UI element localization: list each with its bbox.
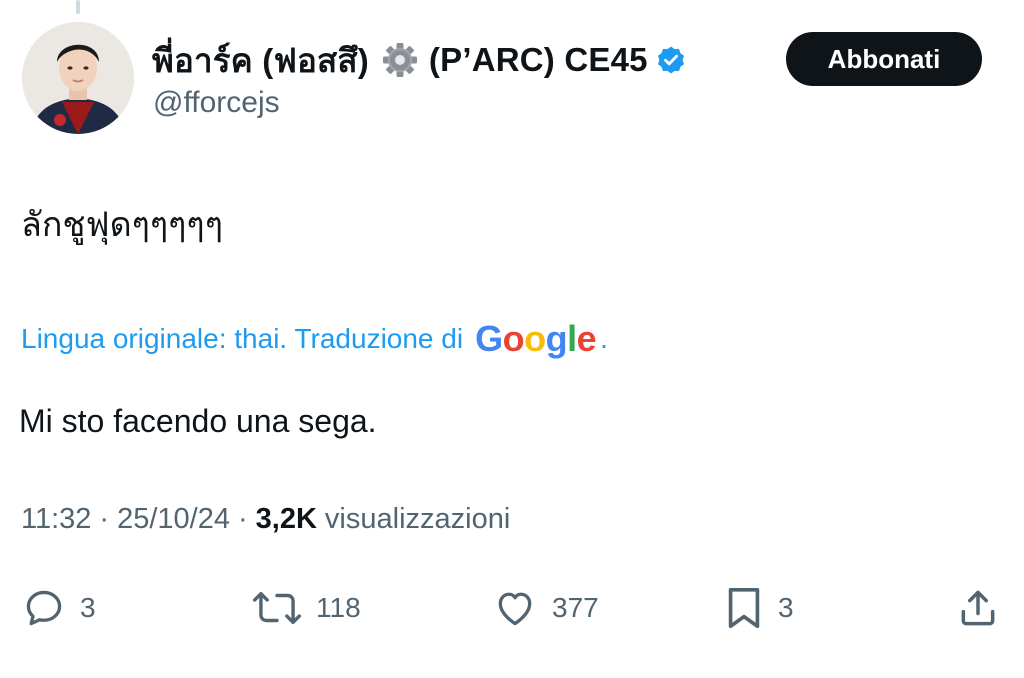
google-logo: Google bbox=[475, 318, 597, 360]
share-button[interactable] bbox=[956, 580, 1000, 636]
repost-button[interactable]: 118 bbox=[252, 580, 361, 636]
author-handle[interactable]: @fforcejs bbox=[153, 86, 280, 120]
tweet-date[interactable]: 25/10/24 bbox=[117, 503, 230, 536]
bookmark-button[interactable]: 3 bbox=[724, 580, 794, 636]
author-display-name[interactable]: พี่อาร์ค (ฟอสสึ) bbox=[152, 34, 369, 87]
translation-prefix: Lingua originale: thai. Traduzione di bbox=[21, 323, 464, 354]
views-count: 3,2K bbox=[255, 503, 317, 535]
avatar-image bbox=[22, 22, 134, 134]
google-logo-letter: e bbox=[576, 318, 597, 359]
thread-connector-line bbox=[76, 0, 80, 14]
reply-count: 3 bbox=[80, 592, 96, 623]
like-button[interactable]: 377 bbox=[492, 580, 599, 636]
follow-button[interactable]: Abbonati bbox=[786, 32, 982, 86]
tweet-meta: 11:32 · 25/10/24 · 3,2K visualizzazioni bbox=[21, 503, 510, 536]
avatar[interactable] bbox=[22, 22, 134, 134]
google-logo-letter: l bbox=[567, 318, 577, 359]
author-name-suffix[interactable]: (P’ARC) CE45 bbox=[429, 41, 648, 79]
author-name-row[interactable]: พี่อาร์ค (ฟอสสึ) (P’ARC) CE45 bbox=[152, 36, 686, 84]
verified-badge-icon[interactable] bbox=[656, 45, 686, 75]
heart-icon bbox=[498, 592, 532, 626]
google-logo-letter: o bbox=[502, 318, 525, 359]
translation-attribution[interactable]: Lingua originale: thai. Traduzione di Go… bbox=[21, 318, 608, 360]
gear-emoji-icon bbox=[381, 41, 419, 79]
google-logo-letter: o bbox=[524, 318, 546, 359]
translated-text: Mi sto facendo una sega. bbox=[19, 403, 377, 439]
tweet-time[interactable]: 11:32 bbox=[21, 503, 91, 536]
meta-separator: · bbox=[237, 503, 248, 535]
repost-count: 118 bbox=[316, 592, 361, 623]
tweet-text: ลักชูฟุดๆๆๆๆๆ bbox=[21, 206, 223, 244]
tweet-action-bar: 3 118 377 3 bbox=[0, 580, 1024, 636]
reply-button[interactable]: 3 bbox=[22, 580, 96, 636]
bookmark-count: 3 bbox=[778, 592, 794, 623]
meta-separator: · bbox=[99, 503, 110, 535]
bookmark-icon bbox=[728, 587, 760, 629]
repost-icon bbox=[252, 592, 302, 624]
translation-suffix: . bbox=[600, 323, 608, 354]
google-logo-letter: g bbox=[545, 318, 568, 359]
google-logo-letter: G bbox=[475, 318, 503, 359]
reply-icon bbox=[26, 590, 62, 626]
like-count: 377 bbox=[552, 592, 599, 623]
share-icon bbox=[961, 590, 995, 626]
views-label: visualizzazioni bbox=[324, 503, 511, 535]
